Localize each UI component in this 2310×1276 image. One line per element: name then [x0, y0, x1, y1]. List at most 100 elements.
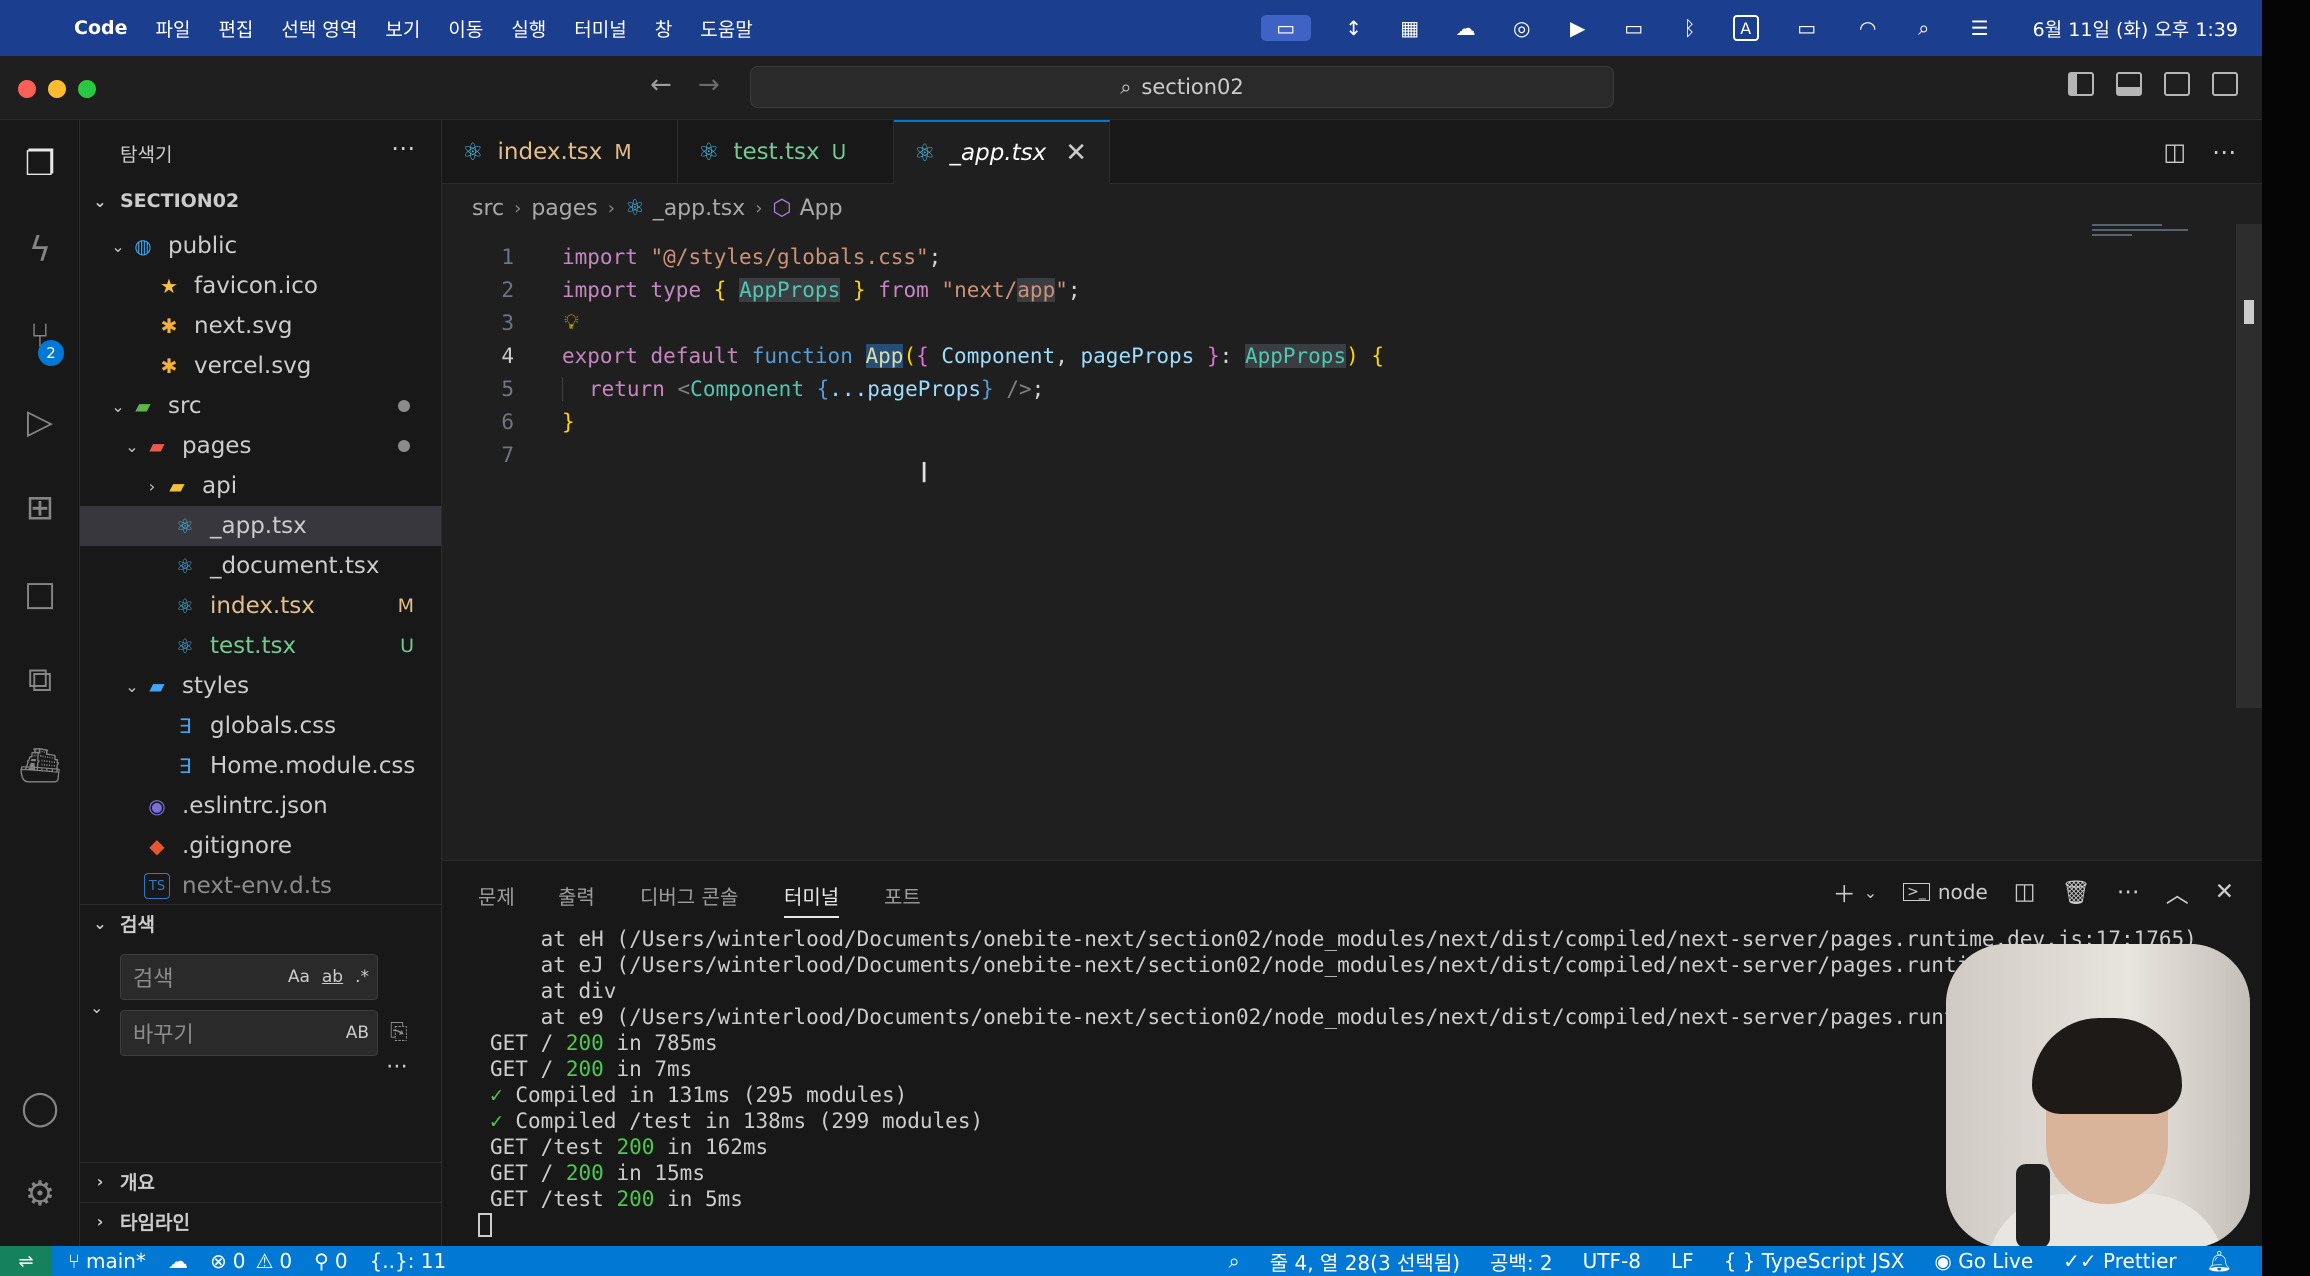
tree-file-gitignore[interactable]: ◆ .gitignore	[80, 826, 441, 866]
docker-icon[interactable]: ⛴	[18, 744, 62, 788]
tree-folder-api[interactable]: › ▰ api	[80, 466, 441, 506]
menubar-window[interactable]: 창	[655, 15, 672, 42]
terminal-cursor[interactable]	[478, 1213, 492, 1237]
control-center-icon[interactable]: ☰	[1967, 15, 1993, 41]
menubar-file[interactable]: 파일	[155, 15, 190, 42]
status-braces[interactable]: {..}: 11	[370, 1249, 447, 1273]
match-word-button[interactable]: ab	[322, 967, 343, 987]
toggle-primary-sidebar-icon[interactable]	[2068, 72, 2094, 96]
zoom-icon[interactable]: ⌕	[1229, 1249, 1240, 1273]
more-actions-icon[interactable]: ⋯	[2212, 138, 2236, 166]
status-warnings[interactable]: 0	[279, 1249, 292, 1273]
menubar-terminal[interactable]: 터미널	[574, 15, 626, 42]
timeline-section-header[interactable]: › 타임라인	[80, 1202, 441, 1240]
menubar-selection[interactable]: 선택 영역	[281, 15, 357, 42]
remote-explorer-icon[interactable]: □	[18, 572, 62, 616]
menubar-help[interactable]: 도움말	[700, 15, 752, 42]
accounts-icon[interactable]: ◯	[18, 1086, 62, 1130]
breadcrumb-symbol[interactable]: App	[800, 196, 843, 221]
tree-file-eslintrc[interactable]: ◉ .eslintrc.json	[80, 786, 441, 826]
tree-file-app-tsx[interactable]: ⚛ _app.tsx	[80, 506, 441, 546]
back-arrow-icon[interactable]: ←	[650, 70, 672, 100]
terminal-shell-name[interactable]: node	[1938, 880, 1988, 904]
status-golive[interactable]: ◉ Go Live	[1934, 1249, 2033, 1273]
play-icon[interactable]: ▶	[1565, 15, 1591, 41]
tab-index-tsx[interactable]: ⚛ index.tsx M	[442, 120, 678, 184]
regex-button[interactable]: .*	[355, 967, 369, 987]
wifi-icon[interactable]: ◠	[1855, 15, 1881, 41]
trash-icon[interactable]: 🗑︎	[2062, 879, 2091, 906]
tree-file-home-module-css[interactable]: ∃ Home.module.css	[80, 746, 441, 786]
status-eol[interactable]: LF	[1671, 1249, 1694, 1273]
command-center-search[interactable]: ⌕ section02	[750, 66, 1614, 108]
panel-tab-problems[interactable]: 문제	[478, 881, 515, 910]
search-section-header[interactable]: ⌄ 검색	[80, 904, 441, 942]
replace-all-icon[interactable]: ⎘	[390, 1020, 408, 1045]
panel-tab-debug-console[interactable]: 디버그 콘솔	[640, 881, 738, 910]
lightning-icon[interactable]: ϟ	[18, 228, 62, 272]
spotlight-icon[interactable]: ⌕	[1911, 15, 1937, 41]
tree-file-document-tsx[interactable]: ⚛ _document.tsx	[80, 546, 441, 586]
customize-layout-icon[interactable]	[2212, 72, 2238, 96]
status-ports[interactable]: 0	[335, 1249, 348, 1273]
status-encoding[interactable]: UTF-8	[1583, 1249, 1641, 1273]
minimize-window-button[interactable]	[48, 80, 66, 98]
panel-tab-ports[interactable]: 포트	[884, 881, 921, 910]
input-source-icon[interactable]: A	[1732, 15, 1759, 41]
explorer-root-header[interactable]: ⌄ SECTION02	[80, 182, 441, 220]
new-terminal-plus-icon[interactable]: ＋	[1833, 875, 1856, 909]
close-panel-icon[interactable]: ✕	[2215, 879, 2234, 905]
status-indentation[interactable]: 공백: 2	[1490, 1247, 1553, 1276]
toggle-secondary-sidebar-icon[interactable]	[2164, 72, 2190, 96]
tree-file-favicon[interactable]: ★ favicon.ico	[80, 266, 441, 306]
sync-cloud-icon[interactable]: ☁	[168, 1249, 188, 1273]
tab-app-tsx[interactable]: ⚛ _app.tsx ✕	[894, 120, 1110, 184]
outline-section-header[interactable]: › 개요	[80, 1162, 441, 1200]
breadcrumb-file[interactable]: _app.tsx	[653, 196, 746, 221]
breadcrumb-src[interactable]: src	[472, 196, 504, 221]
code-editor[interactable]: src › pages › ⚛ _app.tsx › ⬡ App 1 impor…	[442, 184, 2262, 860]
tree-file-vercel-svg[interactable]: ✱ vercel.svg	[80, 346, 441, 386]
more-actions-icon[interactable]: ⋯	[2117, 879, 2140, 905]
tree-file-globals-css[interactable]: ∃ globals.css	[80, 706, 441, 746]
search-more-icon[interactable]: ⋯	[386, 1054, 408, 1079]
menubar-run[interactable]: 실행	[511, 15, 546, 42]
remote-icon[interactable]: ⇌	[0, 1246, 52, 1276]
status-errors[interactable]: 0	[233, 1249, 246, 1273]
menubar-clock[interactable]: 6월 11일 (화) 오후 1:39	[2033, 15, 2238, 42]
split-terminal-icon[interactable]: ◫	[2014, 879, 2036, 905]
close-window-button[interactable]	[18, 80, 36, 98]
menubar-view[interactable]: 보기	[385, 15, 420, 42]
tree-folder-src[interactable]: ⌄ ▰ src	[80, 386, 441, 426]
tree-file-next-env[interactable]: TS next-env.d.ts	[80, 866, 441, 906]
menubar-app-name[interactable]: Code	[74, 17, 127, 39]
terminal-dropdown-chevron-icon[interactable]: ⌄	[1864, 883, 1877, 902]
run-debug-icon[interactable]: ▷	[18, 400, 62, 444]
tree-folder-public[interactable]: ⌄ ◍ public	[80, 226, 441, 266]
cloud-icon[interactable]: ☁	[1453, 15, 1479, 41]
close-tab-icon[interactable]: ✕	[1065, 138, 1087, 168]
replace-input[interactable]: 바꾸기 AB	[120, 1010, 378, 1056]
zoom-window-button[interactable]	[78, 80, 96, 98]
battery-icon[interactable]: ▭	[1789, 15, 1825, 41]
bell-icon[interactable]: 🔔︎	[2207, 1249, 2232, 1273]
tree-file-index-tsx[interactable]: ⚛ index.tsx M	[80, 586, 441, 626]
match-case-button[interactable]: Aa	[288, 967, 310, 987]
tree-folder-pages[interactable]: ⌄ ▰ pages	[80, 426, 441, 466]
window-manager-icon[interactable]: ▦	[1397, 15, 1423, 41]
preserve-case-button[interactable]: AB	[346, 1023, 369, 1043]
tree-folder-styles[interactable]: ⌄ ▰ styles	[80, 666, 441, 706]
status-branch[interactable]: main*	[86, 1249, 146, 1273]
tree-file-next-svg[interactable]: ✱ next.svg	[80, 306, 441, 346]
tab-test-tsx[interactable]: ⚛ test.tsx U	[678, 120, 894, 184]
status-language[interactable]: { } TypeScript JSX	[1724, 1249, 1905, 1273]
toggle-replace-chevron-icon[interactable]: ⌄	[90, 998, 103, 1017]
status-prettier[interactable]: ✓✓ Prettier	[2063, 1249, 2176, 1273]
forward-arrow-icon[interactable]: →	[698, 70, 720, 100]
settings-gear-icon[interactable]: ⚙	[18, 1172, 62, 1216]
menubar-go[interactable]: 이동	[448, 15, 483, 42]
menubar-edit[interactable]: 편집	[218, 15, 253, 42]
breadcrumb-pages[interactable]: pages	[531, 196, 597, 221]
bluetooth-icon[interactable]: ᛒ	[1677, 15, 1703, 41]
testing-icon[interactable]: ⧉	[18, 658, 62, 702]
